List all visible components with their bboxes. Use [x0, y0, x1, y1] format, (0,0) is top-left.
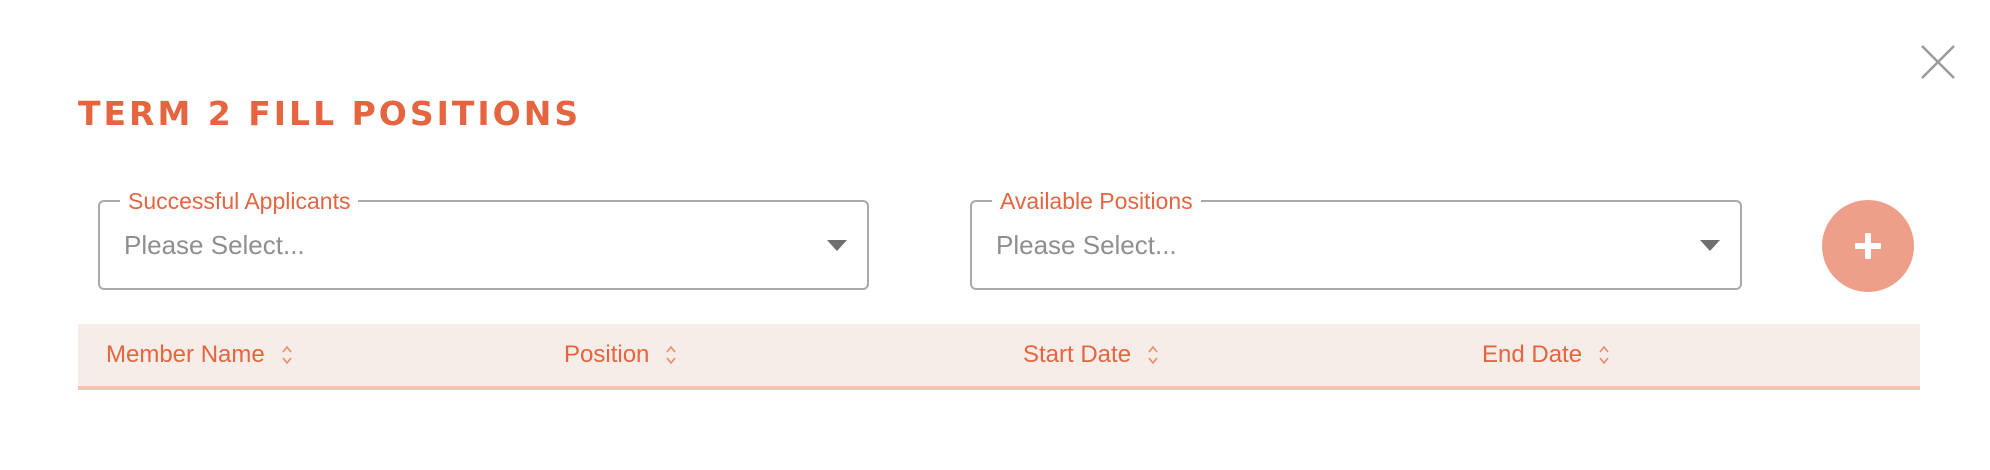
successful-applicants-label: Successful Applicants	[120, 188, 359, 214]
available-positions-select[interactable]: Available Positions Please Select...	[970, 188, 1742, 290]
sort-icon	[281, 344, 293, 366]
caret-down-icon	[1700, 240, 1720, 251]
sort-icon	[1598, 344, 1610, 366]
column-label: End Date	[1482, 341, 1583, 368]
caret-down-icon	[827, 240, 847, 251]
column-header-member-name[interactable]: Member Name	[106, 324, 293, 386]
column-label: Position	[564, 341, 650, 368]
successful-applicants-select[interactable]: Successful Applicants Please Select...	[98, 188, 869, 290]
close-button[interactable]	[1918, 42, 1958, 82]
table-header: Member Name Position Start Date End Date	[78, 324, 1920, 390]
column-header-start-date[interactable]: Start Date	[1023, 324, 1159, 386]
column-label: Member Name	[106, 341, 265, 368]
column-header-position[interactable]: Position	[564, 324, 677, 386]
add-button[interactable]	[1822, 200, 1914, 292]
close-icon	[1921, 45, 1955, 79]
available-positions-label: Available Positions	[992, 188, 1201, 214]
column-label: Start Date	[1023, 341, 1132, 368]
sort-icon	[1147, 344, 1159, 366]
plus-icon	[1855, 233, 1881, 259]
column-header-end-date[interactable]: End Date	[1482, 324, 1610, 386]
successful-applicants-value: Please Select...	[124, 230, 305, 260]
available-positions-value: Please Select...	[996, 230, 1177, 260]
sort-icon	[665, 344, 677, 366]
page-title: TERM 2 FILL POSITIONS	[78, 94, 582, 133]
